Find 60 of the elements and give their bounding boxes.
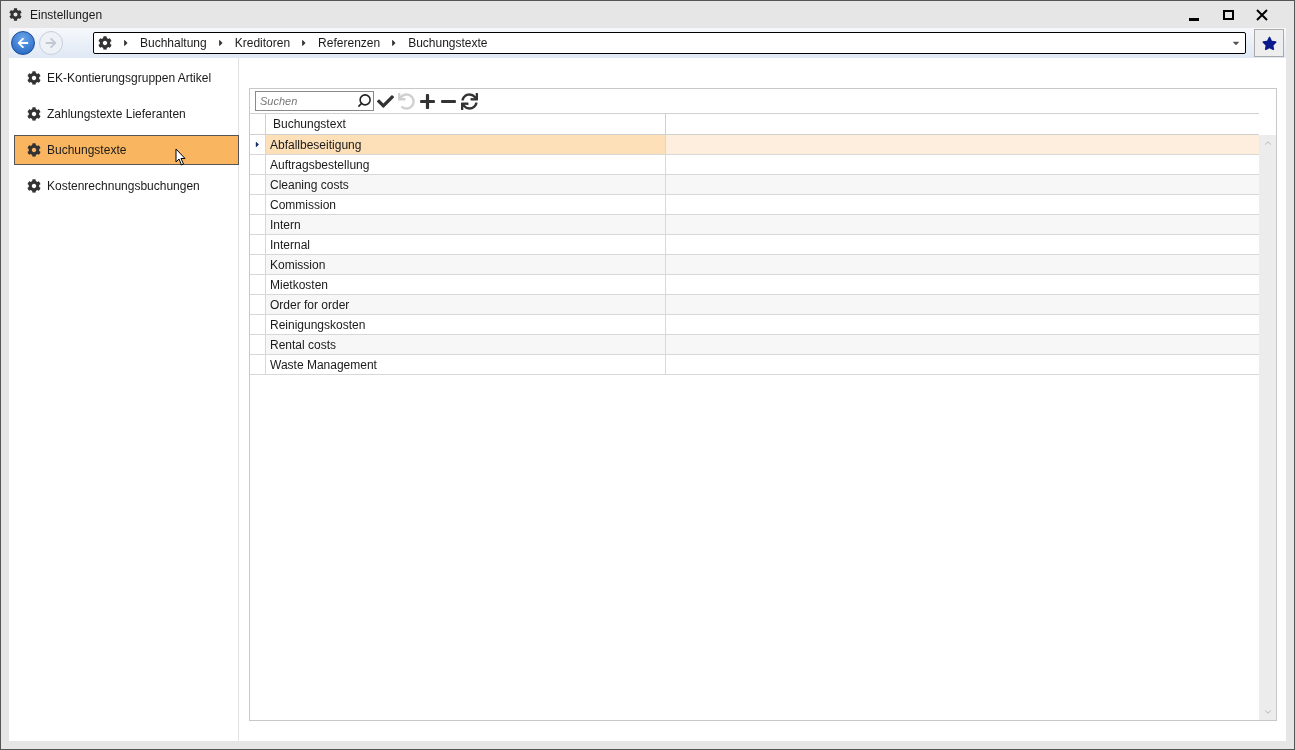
table-cell: Commission: [266, 195, 666, 214]
scrollbar[interactable]: [1259, 135, 1276, 720]
settings-icon: [27, 179, 41, 193]
search-icon[interactable]: [357, 93, 372, 108]
settings-icon: [27, 107, 41, 121]
arrow-left-icon[interactable]: [17, 37, 29, 49]
table-cell: Auftragsbestellung: [266, 155, 666, 174]
sidebar-item[interactable]: Zahlungstexte Lieferanten: [14, 99, 239, 129]
sidebar-item[interactable]: Kostenrechnungsbuchungen: [14, 171, 239, 201]
settings-icon: [27, 143, 41, 157]
sidebar-item[interactable]: EK-Kontierungsgruppen Artikel: [14, 63, 239, 93]
settings-icon: [27, 71, 41, 85]
checkmark-icon[interactable]: [377, 92, 394, 110]
table-cell: Intern: [266, 215, 666, 234]
breadcrumb-item[interactable]: Buchungstexte: [408, 34, 488, 52]
table-cell: Rental costs: [266, 335, 666, 354]
breadcrumb-item[interactable]: Kreditoren: [234, 34, 291, 52]
table-row[interactable]: Internal: [250, 235, 1259, 255]
window-title: Einstellungen: [30, 6, 103, 24]
table-row[interactable]: Intern: [250, 215, 1259, 235]
table-row[interactable]: Commission: [250, 195, 1259, 215]
mouse-pointer-icon: [175, 148, 187, 166]
table-cell: Reinigungskosten: [266, 315, 666, 334]
table-cell: Internal: [266, 235, 666, 254]
table-cell: Abfallbeseitigung: [266, 135, 666, 154]
settings-icon: [98, 36, 112, 50]
table-row[interactable]: Order for order: [250, 295, 1259, 315]
table-row[interactable]: Reinigungskosten: [250, 315, 1259, 335]
sidebar-item[interactable]: Buchungstexte: [14, 135, 239, 165]
table-row[interactable]: Komission: [250, 255, 1259, 275]
table-row[interactable]: Mietkosten: [250, 275, 1259, 295]
table-row[interactable]: Auftragsbestellung: [250, 155, 1259, 175]
search-field[interactable]: Suchen: [255, 91, 374, 111]
table-cell: Waste Management: [266, 355, 666, 374]
close-button[interactable]: [1256, 8, 1268, 21]
table-row[interactable]: Rental costs: [250, 335, 1259, 355]
plus-icon[interactable]: [419, 92, 436, 110]
scroll-down-icon[interactable]: [1262, 707, 1273, 717]
settings-icon: [9, 8, 22, 21]
refresh-icon[interactable]: [461, 92, 478, 110]
back-button[interactable]: [11, 31, 35, 55]
caret-icon: [216, 38, 225, 48]
column-header[interactable]: Buchungstext: [266, 114, 666, 134]
favorite-button[interactable]: [1254, 29, 1284, 57]
row-header[interactable]: [250, 135, 266, 154]
maximize-button[interactable]: [1223, 9, 1234, 20]
breadcrumb-bar[interactable]: Buchhaltung Kreditoren Referenzen Buchungstexte: [93, 32, 1246, 54]
breadcrumb-item[interactable]: Referenzen: [318, 34, 381, 52]
breadcrumb-item[interactable]: Buchhaltung: [140, 34, 207, 52]
table-cell: Cleaning costs: [266, 175, 666, 194]
star-icon[interactable]: [1261, 35, 1277, 51]
table-row[interactable]: Abfallbeseitigung: [250, 135, 1259, 155]
table-row[interactable]: Cleaning costs: [250, 175, 1259, 195]
row-indicator-icon: [254, 140, 261, 149]
table-cell: Komission: [266, 255, 666, 274]
table-cell: Mietkosten: [266, 275, 666, 294]
table-row[interactable]: Waste Management: [250, 355, 1259, 375]
scroll-up-icon[interactable]: [1262, 138, 1273, 148]
table-cell: Order for order: [266, 295, 666, 314]
caret-icon: [122, 38, 130, 48]
